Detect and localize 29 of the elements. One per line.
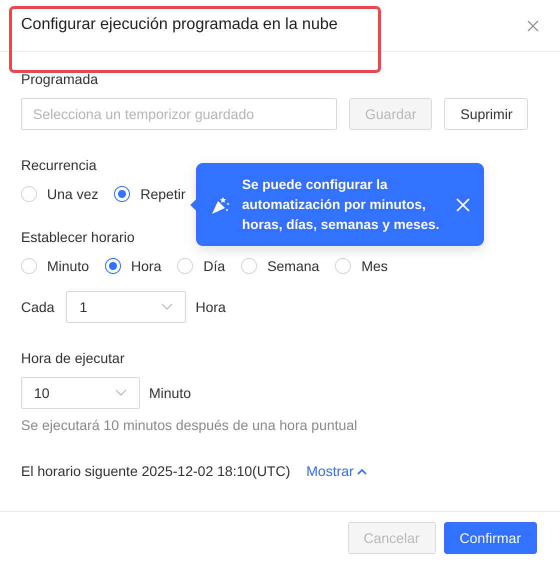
radio-option[interactable]: Minuto — [21, 258, 90, 274]
radio-option[interactable]: Repetir — [114, 186, 186, 202]
next-run-text: El horario siguente 2025-12-02 18:10(UTC) — [21, 463, 290, 479]
field-label: Cada — [21, 299, 54, 315]
radio-option[interactable]: Semana — [241, 258, 320, 274]
timer-select-field[interactable]: Selecciona un temporizor guardado — [21, 98, 337, 130]
field-label: Establecer horario — [21, 228, 136, 246]
interval-dropdown[interactable]: 1 — [66, 291, 186, 323]
chevron-down-icon — [161, 303, 174, 311]
tooltip-text: Se puede configurar la automatización por minutos, horas, días, semanas y meses. — [242, 176, 440, 234]
minute-dropdown[interactable]: 10 — [21, 377, 140, 409]
chevron-down-icon — [115, 389, 127, 397]
close-icon[interactable] — [527, 20, 539, 32]
dialog-title: Configurar ejecución programada en la nube — [21, 16, 338, 34]
confirm-button[interactable]: Confirmar — [444, 522, 537, 554]
radio-option[interactable]: Hora — [105, 258, 162, 274]
hint-text: Se ejecutará 10 minutos después de una hora puntual — [21, 417, 358, 433]
field-label: Hora de ejecutar — [21, 349, 126, 367]
radio-option[interactable]: Mes — [335, 258, 388, 274]
show-link[interactable]: Mostrar — [306, 463, 367, 479]
field-label: Recurrencia — [21, 156, 98, 174]
field-label: Programada — [21, 70, 100, 88]
unit-label: Minuto — [149, 385, 192, 401]
radio-icon[interactable] — [105, 258, 122, 274]
action-button[interactable]: Suprimir — [444, 98, 528, 130]
unit-label: Hora — [195, 299, 226, 315]
radio-icon[interactable] — [114, 186, 130, 202]
radio-option[interactable]: Una vez — [21, 186, 98, 202]
radio-option[interactable]: Día — [177, 258, 226, 274]
